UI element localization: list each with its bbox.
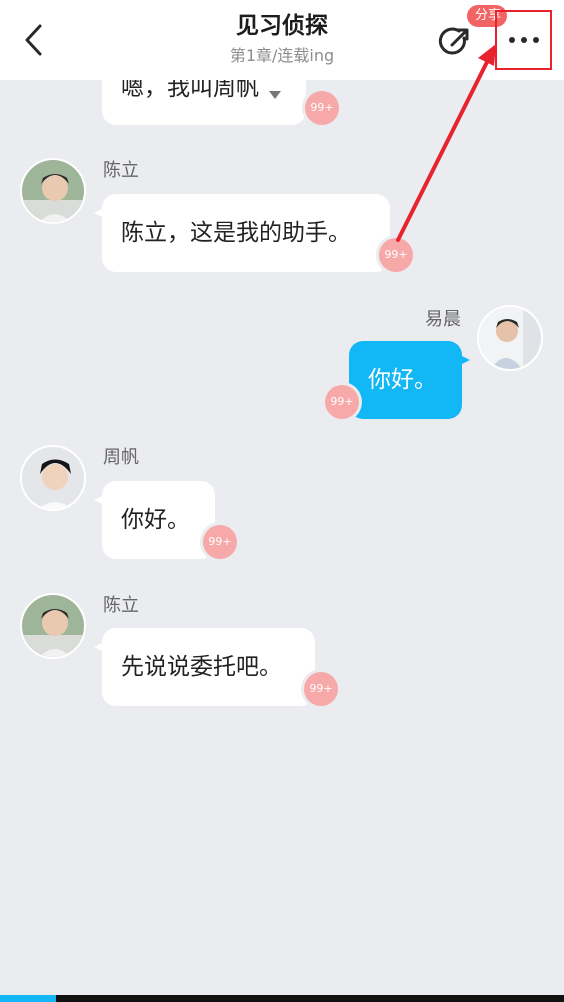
bubble-tail xyxy=(94,640,108,654)
more-button[interactable] xyxy=(495,10,552,70)
bubble-tail xyxy=(94,493,108,507)
sender-name: 易晨 xyxy=(425,309,461,330)
message-bubble[interactable]: 陈立，这是我的助手。 xyxy=(94,194,390,272)
top-bar: 见习侦探 第1章/连载ing 分享 xyxy=(0,0,564,80)
message-text: 嗯，我叫周帆 xyxy=(121,80,259,101)
avatar[interactable] xyxy=(477,305,543,371)
message-bubble[interactable]: 你好。 xyxy=(349,341,470,419)
comment-count-badge[interactable]: 99+ xyxy=(379,238,413,272)
comment-count-badge[interactable]: 99+ xyxy=(325,385,359,419)
progress-fill xyxy=(0,995,57,1002)
comment-count-badge[interactable]: 99+ xyxy=(203,525,237,559)
chat-area[interactable]: 嗯，我叫周帆 99+ 陈立 陈立，这是我的助手。 99+ 易晨 你好。 99+ xyxy=(0,80,564,995)
sender-name: 周帆 xyxy=(103,447,139,468)
avatar[interactable] xyxy=(20,158,86,224)
message-bubble[interactable]: 先说说委托吧。 xyxy=(94,628,315,706)
share-button[interactable] xyxy=(435,22,475,62)
share-icon xyxy=(438,27,469,55)
comment-count-badge[interactable]: 99+ xyxy=(305,91,339,125)
bubble-tail xyxy=(456,353,470,367)
bottom-progress-bar xyxy=(0,995,564,1002)
message-text: 你好。 xyxy=(121,507,190,533)
bubble-tail xyxy=(94,206,108,220)
comment-count-badge[interactable]: 99+ xyxy=(304,672,338,706)
message-bubble[interactable]: 嗯，我叫周帆 xyxy=(102,80,306,125)
message-text: 先说说委托吧。 xyxy=(121,654,282,680)
chapter-subtitle: 第1章/连载ing xyxy=(229,46,335,65)
caret-down-icon[interactable] xyxy=(269,90,281,99)
message-bubble[interactable]: 你好。 xyxy=(94,481,215,559)
more-dots-icon xyxy=(508,37,539,43)
message-text: 陈立，这是我的助手。 xyxy=(121,220,351,246)
message-text: 你好。 xyxy=(368,367,437,393)
sender-name: 陈立 xyxy=(103,160,139,181)
sender-name: 陈立 xyxy=(103,595,139,616)
avatar[interactable] xyxy=(20,593,86,659)
avatar[interactable] xyxy=(20,445,86,511)
